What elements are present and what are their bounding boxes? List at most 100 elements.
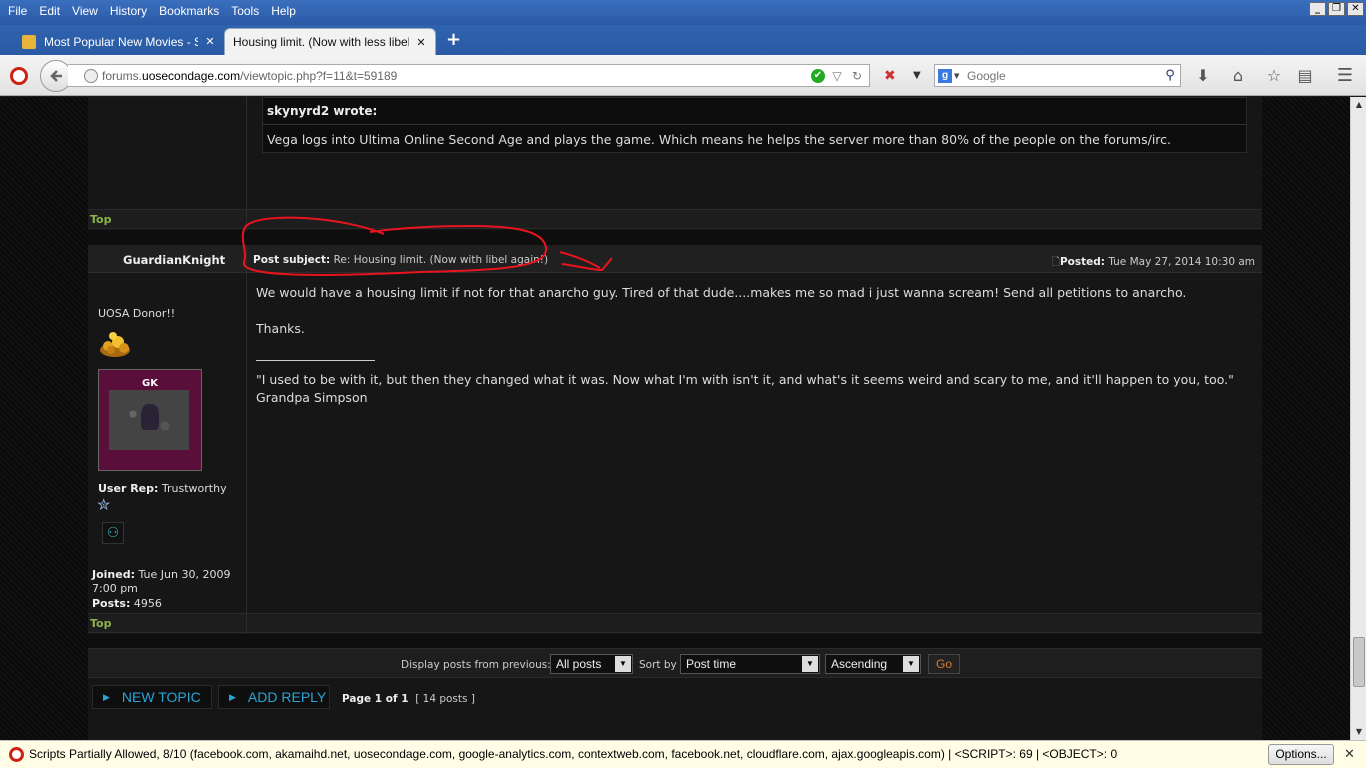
avatar-label: GK	[142, 378, 158, 389]
chevron-down-icon: ▼	[802, 656, 818, 672]
profile-icon[interactable]: ⚇	[102, 522, 124, 544]
options-button[interactable]: Options...	[1268, 744, 1334, 765]
menu-bookmarks[interactable]: Bookmarks	[153, 3, 225, 19]
search-input[interactable]	[963, 68, 1160, 83]
close-tab-icon[interactable]: ✕	[204, 35, 216, 48]
avatar-image	[109, 390, 189, 450]
scroll-down-icon[interactable]: ▼	[1351, 724, 1366, 740]
post-author[interactable]: GuardianKnight	[123, 253, 225, 267]
play-icon: ▶	[229, 691, 236, 702]
chevron-down-icon[interactable]: ▼	[913, 70, 921, 81]
top-row: Top	[88, 209, 1262, 230]
page-viewport: skynyrd2 wrote: Vega logs into Ultima On…	[0, 97, 1350, 740]
vertical-scrollbar[interactable]: ▲ ▼	[1350, 97, 1366, 740]
rider-figure	[141, 404, 159, 430]
globe-icon	[84, 68, 98, 83]
pagination: Page 1 of 1 [ 14 posts ]	[342, 693, 475, 705]
quote-author: skynyrd2 wrote:	[267, 104, 378, 118]
column-divider	[246, 614, 247, 634]
tab-movies[interactable]: Most Popular New Movies - S... ✕	[14, 28, 224, 55]
column-divider	[246, 97, 247, 209]
scroll-up-icon[interactable]: ▲	[1351, 97, 1366, 113]
spacer	[88, 230, 1262, 245]
column-divider	[246, 245, 247, 273]
add-reply-button[interactable]: ▶ ADD REPLY	[218, 685, 330, 709]
post-header: GuardianKnight Post subject: Re: Housing…	[88, 245, 1262, 273]
close-tab-icon[interactable]: ✕	[415, 36, 427, 49]
top-link[interactable]: Top	[90, 617, 111, 630]
chevron-down-icon: ▼	[903, 656, 919, 672]
post-paragraph: We would have a housing limit if not for…	[256, 285, 1187, 300]
navigation-toolbar: forums.uosecondage.com/viewtopic.php?f=1…	[0, 55, 1366, 96]
google-icon: g	[938, 68, 952, 83]
post-icon: 🗋	[1051, 256, 1060, 268]
post-date: 🗋Posted: Tue May 27, 2014 10:30 am	[1051, 256, 1255, 268]
sort-order-select[interactable]: Ascending ▼	[825, 654, 921, 674]
post-body: We would have a housing limit if not for…	[256, 284, 1256, 407]
window-controls: _ ❐ ✕	[1309, 2, 1364, 16]
post-subject: Post subject: Re: Housing limit. (Now wi…	[253, 254, 549, 266]
hamburger-menu-icon[interactable]: ☰	[1334, 65, 1356, 87]
site-favicon-icon	[22, 34, 36, 49]
chevron-down-icon: ▼	[615, 656, 631, 672]
url-text[interactable]: forums.uosecondage.com/viewtopic.php?f=1…	[102, 69, 811, 83]
menu-history[interactable]: History	[104, 3, 153, 19]
back-arrow-icon	[50, 70, 62, 82]
close-window-button[interactable]: ✕	[1347, 2, 1364, 16]
menu-help[interactable]: Help	[265, 3, 302, 19]
joined-date: Joined: Tue Jun 30, 2009 7:00 pm	[92, 568, 231, 595]
close-icon[interactable]: ✕	[1344, 747, 1355, 762]
gold-pile-icon	[100, 332, 130, 357]
user-rank: UOSA Donor!!	[98, 307, 176, 320]
avatar: GK	[98, 369, 202, 471]
signature-divider	[256, 360, 375, 361]
quote-body: Vega logs into Ultima Online Second Age …	[267, 132, 1172, 147]
display-posts-select[interactable]: All posts ▼	[550, 654, 633, 674]
menu-view[interactable]: View	[66, 3, 104, 19]
menu-file[interactable]: File	[2, 3, 33, 19]
sort-by-select[interactable]: Post time ▼	[680, 654, 820, 674]
quote-box: skynyrd2 wrote: Vega logs into Ultima On…	[262, 97, 1247, 153]
post-paragraph: Thanks.	[256, 321, 305, 336]
forum-content: skynyrd2 wrote: Vega logs into Ultima On…	[88, 97, 1262, 740]
menu-bar: File Edit View History Bookmarks Tools H…	[2, 3, 302, 19]
new-tab-button[interactable]: +	[446, 31, 461, 49]
play-icon: ▶	[103, 691, 110, 702]
url-bar[interactable]: forums.uosecondage.com/viewtopic.php?f=1…	[68, 64, 870, 87]
signature: "I used to be with it, but then they cha…	[256, 372, 1234, 405]
restore-button[interactable]: ❐	[1328, 2, 1345, 16]
top-link[interactable]: Top	[90, 213, 111, 226]
reload-icon[interactable]: ↻	[849, 69, 865, 83]
search-icon[interactable]: ⚲	[1160, 68, 1180, 83]
download-icon[interactable]: ⬇	[1192, 65, 1214, 87]
top-row: Top	[88, 613, 1262, 634]
post-count: Posts: 4956	[92, 597, 162, 610]
bookmark-star-icon[interactable]: ☆	[1263, 65, 1285, 87]
tab-title: Most Popular New Movies - S...	[44, 34, 198, 49]
search-bar[interactable]: g▼ ⚲	[934, 64, 1181, 87]
tab-title: Housing limit. (Now with less libel!)...	[233, 35, 409, 49]
noscript-notification-bar: Scripts Partially Allowed, 8/10 (faceboo…	[0, 740, 1366, 768]
menu-edit[interactable]: Edit	[33, 3, 66, 19]
column-divider	[246, 210, 247, 230]
dropdown-icon[interactable]: ▽	[829, 69, 845, 83]
go-button[interactable]: Go	[928, 654, 960, 674]
reading-list-icon[interactable]: ▤	[1294, 65, 1316, 87]
sort-bar: Display posts from previous: All posts ▼ …	[88, 648, 1262, 678]
home-icon[interactable]: ⌂	[1227, 65, 1249, 87]
noscript-icon	[9, 747, 24, 762]
adblock-icon[interactable]: ✖	[884, 68, 896, 84]
scroll-thumb[interactable]	[1353, 637, 1365, 687]
display-posts-label: Display posts from previous:	[401, 659, 551, 671]
divider	[263, 124, 1246, 125]
check-icon[interactable]: ✔	[811, 68, 825, 83]
new-topic-button[interactable]: ▶ NEW TOPIC	[92, 685, 212, 709]
notification-text: Scripts Partially Allowed, 8/10 (faceboo…	[29, 747, 1118, 761]
spacer	[88, 634, 1262, 648]
menu-tools[interactable]: Tools	[225, 3, 265, 19]
search-engine-selector[interactable]: g ▼	[935, 65, 963, 86]
noscript-icon[interactable]	[10, 67, 28, 85]
user-rep: User Rep: Trustworthy	[98, 482, 227, 495]
minimize-button[interactable]: _	[1309, 2, 1326, 16]
tab-housing-limit[interactable]: Housing limit. (Now with less libel!)...…	[224, 28, 436, 55]
